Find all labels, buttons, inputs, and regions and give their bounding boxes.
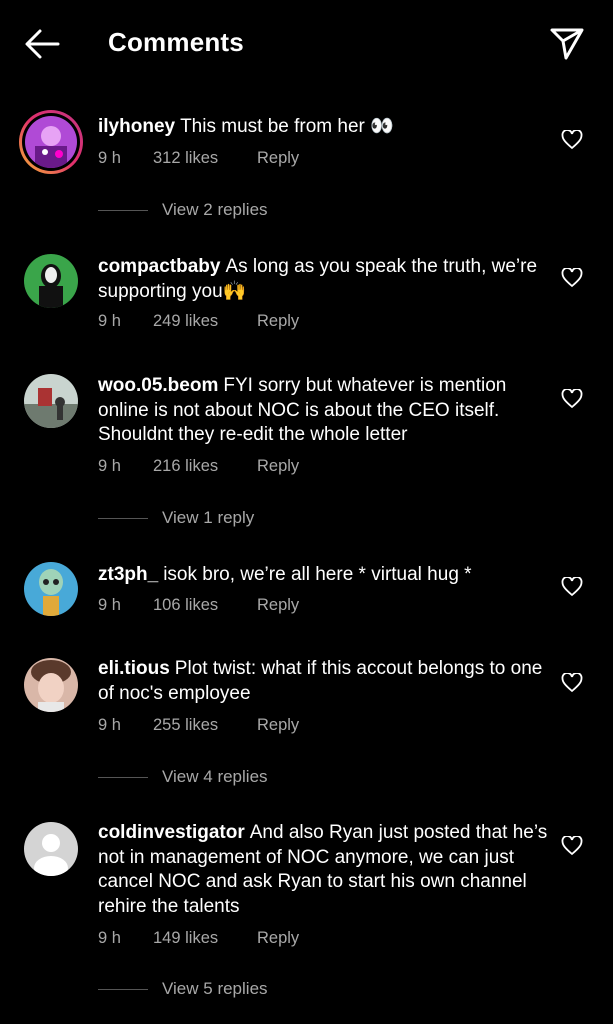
divider-line [98, 989, 148, 991]
avatar[interactable] [24, 254, 78, 308]
comment-meta: 9 h 106 likes Reply [98, 596, 299, 615]
comment-body: zt3ph_ isok bro, we’re all here * virtual… [98, 563, 548, 588]
divider-line [98, 777, 148, 779]
reply-button[interactable]: Reply [257, 716, 299, 735]
heart-icon[interactable] [561, 267, 583, 288]
avatar[interactable] [19, 110, 83, 174]
comment-time: 9 h [98, 312, 121, 330]
comment-likes[interactable]: 249 likes [153, 312, 257, 331]
comment-likes[interactable]: 255 likes [153, 716, 257, 735]
page-title: Comments [108, 27, 244, 57]
comment-meta: 9 h 255 likes Reply [98, 716, 299, 735]
view-replies-button[interactable]: View 4 replies [98, 767, 268, 787]
comment-username[interactable]: coldinvestigator [98, 822, 245, 843]
comment-meta: 9 h 312 likes Reply [98, 149, 299, 168]
avatar[interactable] [24, 562, 78, 616]
heart-icon[interactable] [561, 576, 583, 597]
comment-body: compactbaby As long as you speak the trut… [98, 255, 548, 304]
reply-button[interactable]: Reply [257, 596, 299, 615]
comment-username[interactable]: zt3ph_ [98, 564, 158, 585]
send-icon[interactable] [548, 24, 586, 62]
reply-button[interactable]: Reply [257, 312, 299, 331]
divider-line [98, 518, 148, 520]
view-replies-label: View 2 replies [162, 200, 268, 219]
heart-icon[interactable] [561, 129, 583, 150]
comment-time: 9 h [98, 716, 121, 734]
comment-text: isok bro, we’re all here * virtual hug * [163, 564, 472, 585]
comment-likes[interactable]: 216 likes [153, 457, 257, 476]
avatar[interactable] [24, 822, 78, 876]
reply-button[interactable]: Reply [257, 929, 299, 948]
header: Comments [0, 0, 613, 88]
comment-meta: 9 h 149 likes Reply [98, 929, 299, 948]
heart-icon[interactable] [561, 835, 583, 856]
comment-meta: 9 h 216 likes Reply [98, 457, 299, 476]
comment-username[interactable]: ilyhoney [98, 116, 175, 137]
comment-time: 9 h [98, 457, 121, 475]
avatar[interactable] [24, 658, 78, 712]
back-arrow-icon[interactable] [22, 26, 62, 62]
divider-line [98, 210, 148, 212]
comment-time: 9 h [98, 929, 121, 947]
view-replies-label: View 5 replies [162, 979, 268, 998]
reply-button[interactable]: Reply [257, 457, 299, 476]
comment-likes[interactable]: 149 likes [153, 929, 257, 948]
comment-username[interactable]: eli.tious [98, 658, 170, 679]
comment-body: eli.tious Plot twist: what if this accout… [98, 657, 548, 706]
avatar[interactable] [24, 374, 78, 428]
heart-icon[interactable] [561, 388, 583, 409]
comment-time: 9 h [98, 596, 121, 614]
comment-username[interactable]: compactbaby [98, 256, 220, 277]
view-replies-label: View 1 reply [162, 508, 255, 527]
view-replies-button[interactable]: View 5 replies [98, 979, 268, 999]
view-replies-button[interactable]: View 1 reply [98, 508, 254, 528]
comment-body: coldinvestigator And also Ryan just poste… [98, 821, 548, 919]
reply-button[interactable]: Reply [257, 149, 299, 168]
view-replies-label: View 4 replies [162, 767, 268, 786]
view-replies-button[interactable]: View 2 replies [98, 200, 268, 220]
comment-body: ilyhoney This must be from her 👀 [98, 115, 548, 140]
comment-meta: 9 h 249 likes Reply [98, 312, 299, 331]
heart-icon[interactable] [561, 672, 583, 693]
comment-likes[interactable]: 106 likes [153, 596, 257, 615]
comment-time: 9 h [98, 149, 121, 167]
comment-likes[interactable]: 312 likes [153, 149, 257, 168]
comment-username[interactable]: woo.05.beom [98, 375, 218, 396]
comment-text: This must be from her 👀 [180, 116, 394, 137]
comment-body: woo.05.beom FYI sorry but whatever is men… [98, 374, 548, 448]
